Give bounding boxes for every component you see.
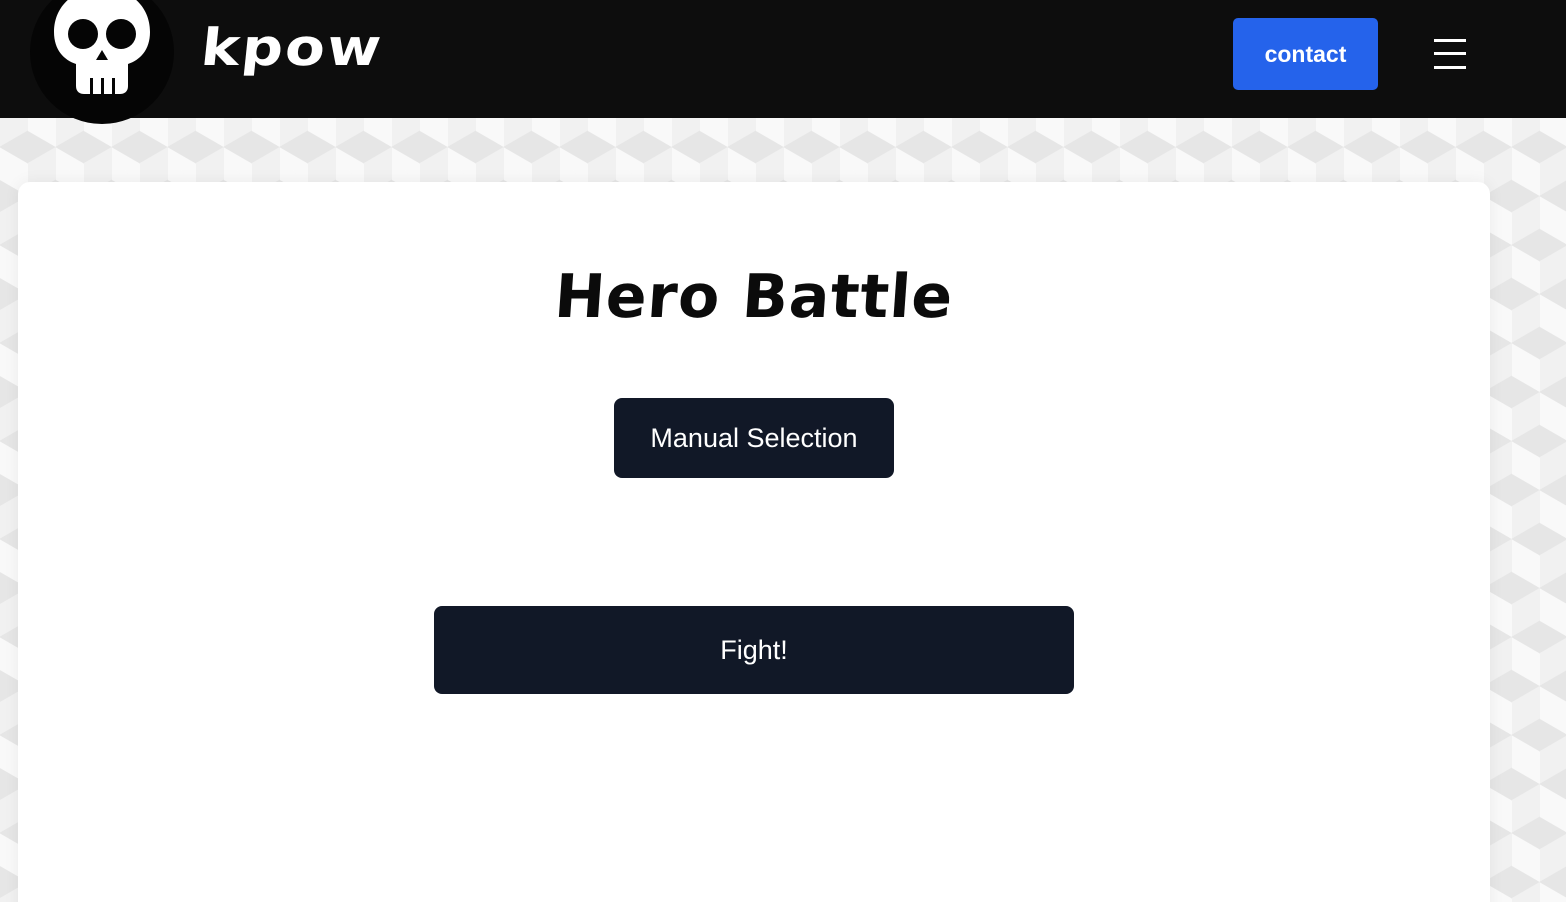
menu-line — [1434, 39, 1466, 42]
contact-button[interactable]: contact — [1233, 18, 1378, 90]
main-card: Hero Battle Manual Selection Fight! — [18, 182, 1490, 902]
brand-wordmark[interactable]: kpow — [198, 18, 386, 78]
manual-selection-button[interactable]: Manual Selection — [614, 398, 894, 478]
logo-badge[interactable] — [30, 0, 174, 124]
menu-line — [1434, 52, 1466, 55]
site-header: kpow contact — [0, 0, 1566, 124]
hamburger-menu-icon[interactable] — [1432, 38, 1468, 70]
page-title: Hero Battle — [552, 262, 956, 332]
menu-line — [1434, 66, 1466, 69]
fight-button[interactable]: Fight! — [434, 606, 1074, 694]
skull-icon — [54, 0, 150, 94]
